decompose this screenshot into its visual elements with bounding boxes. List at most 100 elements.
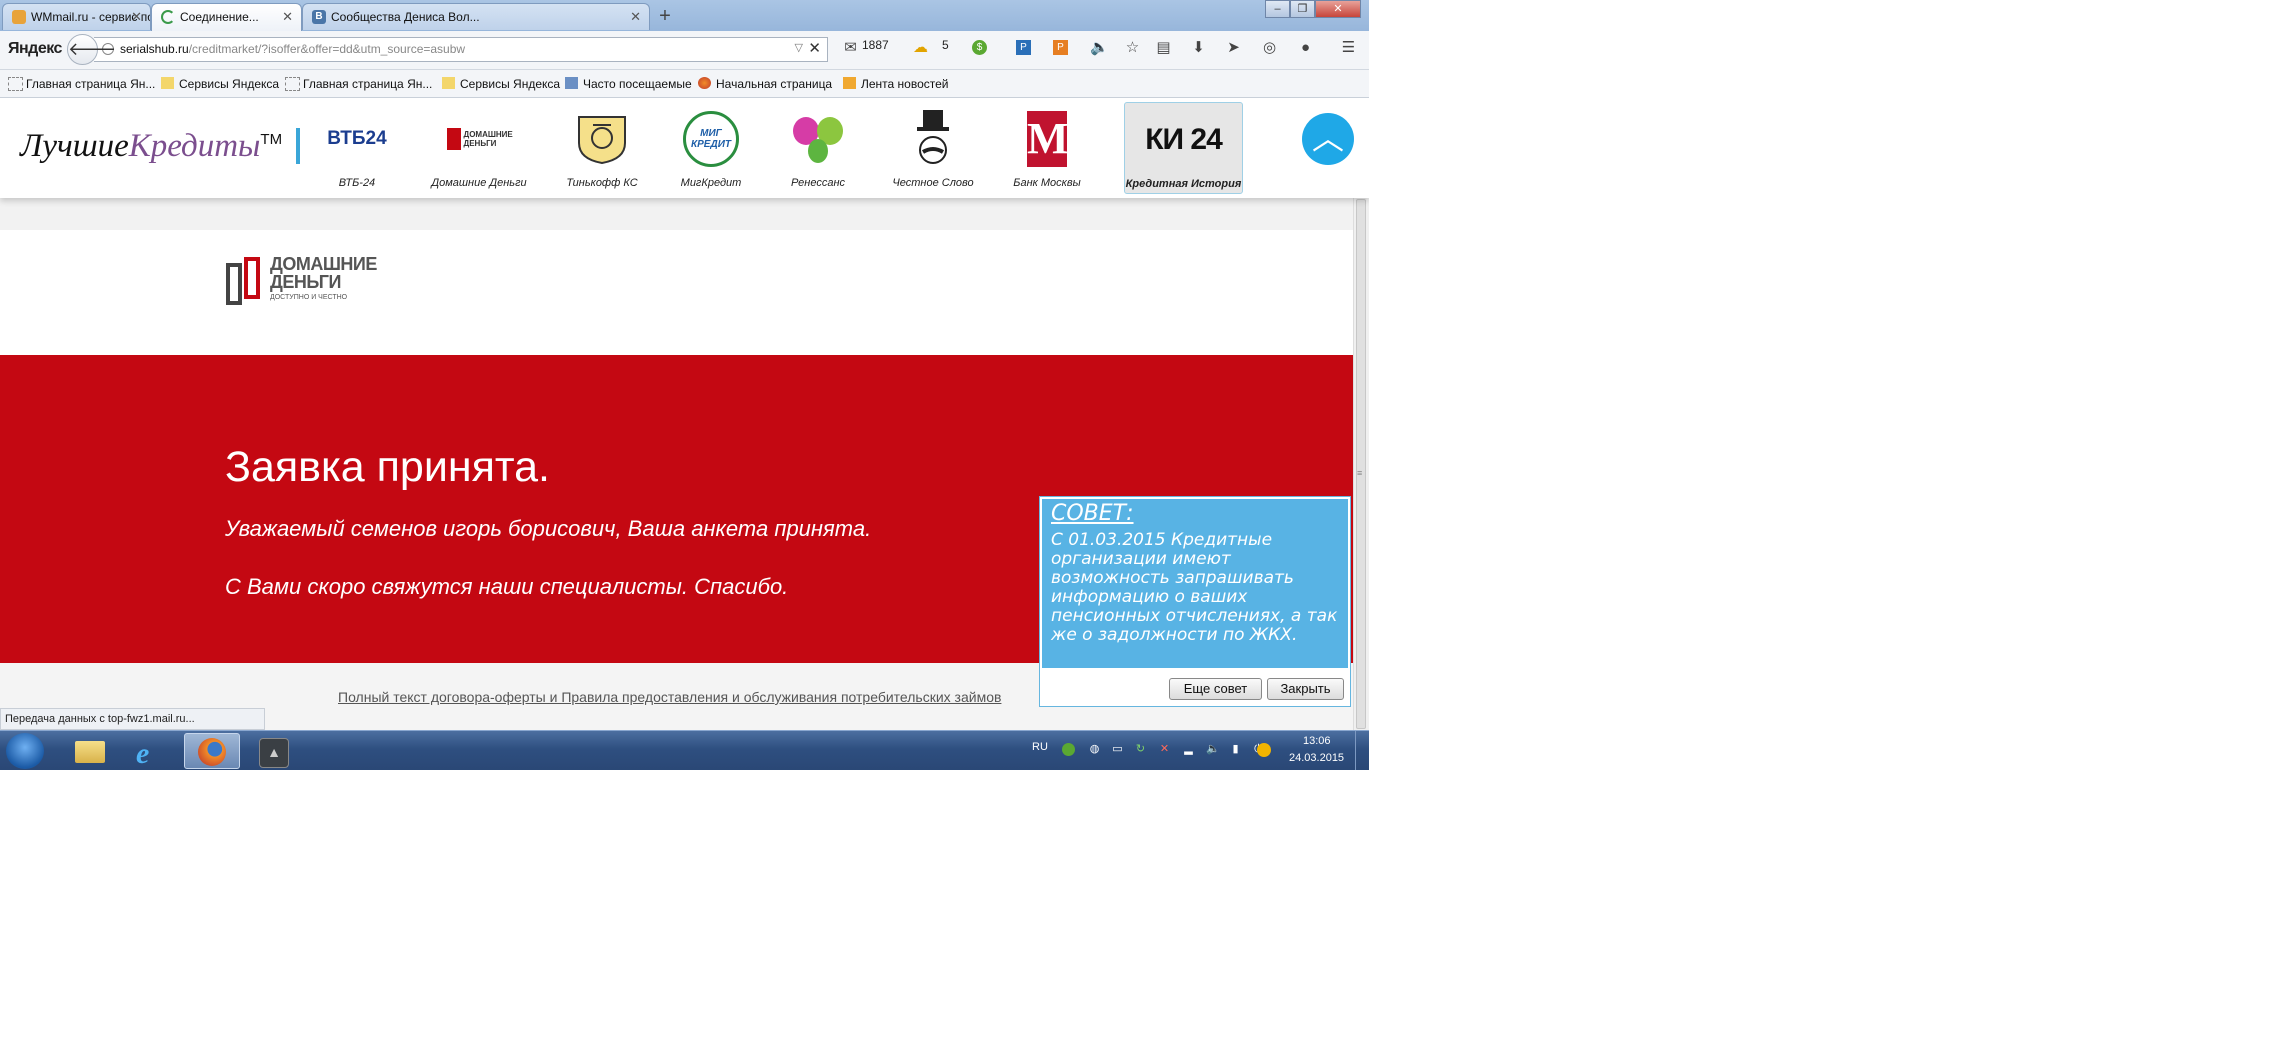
- vertical-scrollbar[interactable]: ≡: [1353, 198, 1369, 733]
- yandex-logo[interactable]: Яндекс: [8, 40, 62, 58]
- tray-update-icon[interactable]: ↻: [1134, 743, 1147, 756]
- scrollbar-thumb[interactable]: [1356, 199, 1366, 729]
- tinkoff-logo: [562, 108, 642, 170]
- minimize-window-button[interactable]: –: [1265, 0, 1290, 18]
- lender-name: Банк Москвы: [1013, 177, 1081, 189]
- lender-migkredit[interactable]: МИГ КРЕДИТ МигКредит: [656, 102, 766, 194]
- bookmarks-bar: Главная страница Ян... Сервисы Яндекса Г…: [0, 70, 1369, 98]
- tray-device-icon[interactable]: ▭: [1111, 743, 1124, 756]
- bookmark-star-icon[interactable]: ☆: [1124, 39, 1141, 56]
- chevron-up-icon: ︿: [1311, 120, 1344, 156]
- tab-connecting[interactable]: Соединение... ✕: [151, 3, 302, 31]
- restore-window-button[interactable]: ❐: [1290, 0, 1315, 18]
- lender-tinkoff[interactable]: Тинькофф КС: [547, 102, 657, 194]
- lenders-bar: ЛучшиеКредитыTM ВТБ24 ВТБ-24 ДОМАШНИЕ ДЕ…: [0, 98, 1369, 198]
- taskbar-internet-explorer[interactable]: e: [122, 733, 178, 770]
- firefox-icon: [198, 738, 226, 766]
- start-button[interactable]: [6, 733, 44, 769]
- taskbar-explorer[interactable]: [61, 733, 117, 769]
- bookmark-most-visited[interactable]: Часто посещаемые: [565, 77, 692, 91]
- lender-kreditnaya-istoriya[interactable]: КИ 24 Кредитная История: [1124, 102, 1243, 194]
- mail-count[interactable]: 1887: [862, 38, 889, 52]
- bookmark-label: Главная страница Ян...: [303, 77, 433, 91]
- taskbar-firefox[interactable]: [184, 733, 240, 769]
- tab-vk[interactable]: В Сообщества Дениса Вол... ✕: [302, 3, 650, 30]
- bookmark-yandex-home-1[interactable]: Главная страница Ян...: [8, 77, 155, 91]
- lender-vtb24[interactable]: ВТБ24 ВТБ-24: [302, 102, 412, 194]
- wmmail-icon: [12, 10, 26, 24]
- tab-strip: WMmail.ru - сервис почт... ✕ Соединение.…: [0, 0, 1369, 31]
- lender-chestnoe-slovo[interactable]: Честное Слово: [878, 102, 988, 194]
- tray-battery-icon[interactable]: ▮: [1229, 743, 1242, 756]
- bookmark-start-page[interactable]: Начальная страница: [698, 77, 832, 91]
- send-icon[interactable]: ➤: [1225, 39, 1242, 56]
- download-icon[interactable]: ⬇: [1190, 39, 1207, 56]
- success-title: Заявка принята.: [225, 443, 550, 491]
- lender-name: Тинькофф КС: [566, 177, 638, 189]
- close-tab-icon[interactable]: ✕: [282, 4, 293, 30]
- clock-date[interactable]: 24.03.2015: [1289, 752, 1344, 764]
- menu-icon[interactable]: ☰: [1340, 39, 1357, 56]
- success-contact: С Вами скоро свяжутся наши специалисты. …: [225, 574, 789, 599]
- tray-app-icon[interactable]: [1062, 743, 1075, 756]
- url-text[interactable]: serialshub.ru/creditmarket/?isoffer&offe…: [120, 42, 465, 56]
- domashnie-dengi-logo: ДОМАШНИЕ ДЕНЬГИ: [439, 108, 519, 170]
- brand-logo-line2: ДЕНЬГИ: [270, 272, 341, 292]
- site-logo[interactable]: ЛучшиеКредитыTM: [20, 128, 282, 165]
- chat-icon[interactable]: ●: [1297, 39, 1314, 56]
- scroll-to-top-button[interactable]: ︿: [1302, 113, 1354, 165]
- speaker-icon[interactable]: 🔈: [1090, 39, 1109, 56]
- taskbar-world-of-tanks[interactable]: ▲: [247, 733, 303, 769]
- bookmark-label: Сервисы Яндекса: [460, 77, 561, 91]
- weather-icon[interactable]: ☁: [912, 39, 929, 56]
- gentleman-hat-icon: [917, 110, 949, 164]
- extension-orange-icon[interactable]: P: [1053, 40, 1068, 55]
- show-desktop-button[interactable]: [1355, 731, 1369, 770]
- tip-title: СОВЕТ:: [1051, 501, 1134, 526]
- weather-temp[interactable]: 5: [942, 38, 949, 52]
- tray-volume-icon[interactable]: 🔈: [1206, 743, 1220, 756]
- lender-renaissance[interactable]: Ренессанс: [763, 102, 873, 194]
- lender-name: ВТБ-24: [338, 177, 376, 189]
- clipboard-icon[interactable]: ▤: [1155, 39, 1172, 56]
- logo-tm: TM: [260, 131, 283, 148]
- stop-loading-icon[interactable]: ✕: [808, 39, 821, 57]
- offer-terms-link[interactable]: Полный текст договора-оферты и Правила п…: [338, 689, 1001, 705]
- bookmark-yandex-home-2[interactable]: Главная страница Ян...: [285, 77, 432, 91]
- yandex-logo-text: Яндекс: [8, 40, 62, 57]
- tray-yellow-app-icon[interactable]: [1257, 743, 1271, 757]
- extension-p-icon[interactable]: P: [1016, 40, 1031, 55]
- lender-name: Честное Слово: [892, 177, 974, 189]
- bookmark-news-feed[interactable]: Лента новостей: [843, 77, 949, 91]
- chestnoe-slovo-logo: [893, 108, 973, 170]
- bookmark-yandex-services-1[interactable]: Сервисы Яндекса: [161, 77, 279, 91]
- firefox-icon: [698, 77, 711, 89]
- tray-network-globe-icon[interactable]: ◍: [1088, 743, 1101, 756]
- logo-text-part1: Лучшие: [20, 128, 129, 164]
- bookmark-yandex-services-2[interactable]: Сервисы Яндекса: [442, 77, 560, 91]
- back-button[interactable]: 🡐: [67, 34, 116, 65]
- lender-domashnie-dengi[interactable]: ДОМАШНИЕ ДЕНЬГИ Домашние Деньги: [424, 102, 534, 194]
- tray-flag-icon[interactable]: ✕: [1158, 743, 1171, 756]
- url-host: serialshub.ru: [120, 42, 189, 56]
- mail-icon[interactable]: ✉: [842, 39, 859, 56]
- lender-bank-moskvy[interactable]: М Банк Москвы: [992, 102, 1102, 194]
- url-dropdown-icon[interactable]: ▽: [795, 41, 803, 54]
- close-tab-icon[interactable]: ✕: [131, 4, 142, 30]
- sync-icon[interactable]: ◎: [1261, 39, 1278, 56]
- brand-logo-tagline: ДОСТУПНО И ЧЕСТНО: [270, 294, 348, 301]
- next-tip-button[interactable]: Еще совет: [1169, 678, 1262, 700]
- clock-time[interactable]: 13:06: [1303, 735, 1331, 747]
- tab-wmmail[interactable]: WMmail.ru - сервис почт... ✕: [2, 3, 151, 30]
- rss-icon: [843, 77, 856, 89]
- taskbar: e ▲ RU ◍ ▭ ↻ ✕ ▂ 🔈 ▮ ⏻ 13:06 24.03.2015: [0, 730, 1369, 770]
- address-bar[interactable]: serialshub.ru/creditmarket/?isoffer&offe…: [94, 37, 828, 62]
- new-tab-button[interactable]: +: [652, 3, 678, 29]
- domashnie-dengi-brand-logo: ДОМАШНИЕ ДЕНЬГИ ДОСТУПНО И ЧЕСТНО: [224, 253, 377, 318]
- tray-signal-icon[interactable]: ▂: [1182, 743, 1195, 756]
- close-tab-icon[interactable]: ✕: [630, 4, 641, 30]
- language-indicator[interactable]: RU: [1032, 741, 1048, 753]
- close-tip-button[interactable]: Закрыть: [1267, 678, 1344, 700]
- extension-green-icon[interactable]: $: [972, 40, 987, 55]
- close-window-button[interactable]: ✕: [1315, 0, 1361, 18]
